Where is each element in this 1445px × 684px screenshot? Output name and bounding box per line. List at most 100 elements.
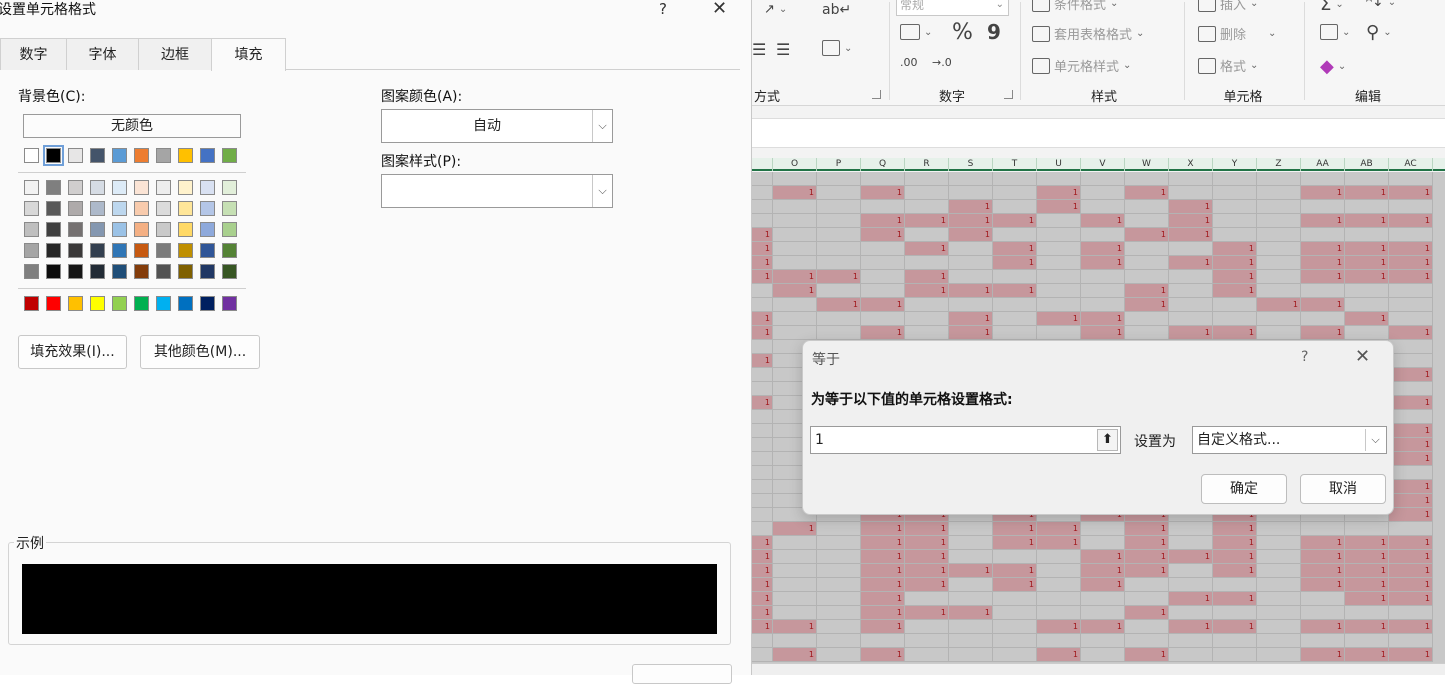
color-swatch[interactable] xyxy=(156,201,171,216)
sheet-cell[interactable]: 1 xyxy=(861,326,905,340)
sheet-cell[interactable] xyxy=(1037,214,1081,228)
sheet-cell[interactable] xyxy=(1037,606,1081,620)
color-swatch[interactable] xyxy=(178,243,193,258)
cancel-button[interactable]: 取消 xyxy=(1300,474,1386,504)
sheet-cell[interactable]: 1 xyxy=(949,326,993,340)
sheet-cell[interactable] xyxy=(1037,564,1081,578)
sheet-cell[interactable] xyxy=(752,298,773,312)
sheet-cell[interactable] xyxy=(1125,620,1169,634)
sheet-cell[interactable] xyxy=(817,242,861,256)
sheet-cell[interactable]: 1 xyxy=(993,536,1037,550)
sheet-cell[interactable]: 1 xyxy=(752,620,773,634)
sheet-cell[interactable]: 1 xyxy=(1345,270,1389,284)
sheet-cell[interactable]: 1 xyxy=(861,564,905,578)
insert-cells-button[interactable]: 插入 ⌄ xyxy=(1198,0,1258,13)
sheet-cell[interactable] xyxy=(1213,578,1257,592)
orientation-icon[interactable]: ↗ ⌄ xyxy=(764,2,787,17)
sheet-cell[interactable]: 1 xyxy=(1345,256,1389,270)
sheet-cell[interactable]: 1 xyxy=(1345,620,1389,634)
sheet-cell[interactable] xyxy=(949,620,993,634)
sheet-cell[interactable] xyxy=(1037,228,1081,242)
sheet-cell[interactable] xyxy=(1037,284,1081,298)
color-swatch[interactable] xyxy=(200,264,215,279)
color-swatch[interactable] xyxy=(134,296,149,311)
sheet-cell[interactable] xyxy=(1213,634,1257,648)
color-swatch[interactable] xyxy=(134,201,149,216)
sheet-cell[interactable] xyxy=(1257,606,1301,620)
sheet-cell[interactable] xyxy=(1169,186,1213,200)
color-swatch[interactable] xyxy=(200,201,215,216)
sheet-cell[interactable]: 1 xyxy=(752,270,773,284)
column-header[interactable]: U xyxy=(1037,158,1081,171)
column-header[interactable]: AA xyxy=(1301,158,1345,171)
color-swatch[interactable] xyxy=(134,264,149,279)
color-swatch[interactable] xyxy=(134,222,149,237)
sheet-cell[interactable] xyxy=(1389,634,1433,648)
sheet-cell[interactable] xyxy=(1081,172,1125,186)
sheet-cell[interactable] xyxy=(1257,578,1301,592)
sheet-cell[interactable]: 1 xyxy=(1125,186,1169,200)
color-swatch[interactable] xyxy=(200,180,215,195)
conditional-formatting-button[interactable]: 条件格式 ⌄ xyxy=(1032,0,1118,13)
sheet-cell[interactable] xyxy=(752,214,773,228)
column-header[interactable]: X xyxy=(1169,158,1213,171)
color-swatch[interactable] xyxy=(112,264,127,279)
sheet-cell[interactable]: 1 xyxy=(752,536,773,550)
sheet-cell[interactable]: 1 xyxy=(1169,214,1213,228)
sheet-cell[interactable] xyxy=(1081,228,1125,242)
sheet-cell[interactable] xyxy=(1037,256,1081,270)
sheet-cell[interactable]: 1 xyxy=(752,592,773,606)
sheet-cell[interactable] xyxy=(993,312,1037,326)
sheet-cell[interactable] xyxy=(1345,228,1389,242)
sheet-cell[interactable]: 1 xyxy=(1081,620,1125,634)
color-swatch[interactable] xyxy=(156,222,171,237)
sheet-cell[interactable]: 1 xyxy=(1213,564,1257,578)
color-swatch[interactable] xyxy=(134,180,149,195)
sheet-cell[interactable] xyxy=(1389,606,1433,620)
sheet-cell[interactable] xyxy=(861,172,905,186)
sheet-cell[interactable]: 1 xyxy=(861,606,905,620)
color-swatch[interactable] xyxy=(200,296,215,311)
sheet-cell[interactable] xyxy=(1169,578,1213,592)
sheet-cell[interactable] xyxy=(1081,536,1125,550)
sheet-cell[interactable] xyxy=(1169,298,1213,312)
decrease-decimal-icon[interactable]: →.0 xyxy=(932,56,952,69)
sheet-cell[interactable] xyxy=(1125,214,1169,228)
sheet-cell[interactable]: 1 xyxy=(905,606,949,620)
merge-center-icon[interactable]: ⌄ xyxy=(822,40,852,56)
color-swatch[interactable] xyxy=(46,243,61,258)
color-swatch[interactable] xyxy=(68,201,83,216)
sheet-cell[interactable]: 1 xyxy=(1389,214,1433,228)
sheet-cell[interactable]: 1 xyxy=(1169,200,1213,214)
sheet-cell[interactable]: 1 xyxy=(861,228,905,242)
sheet-cell[interactable] xyxy=(1389,284,1433,298)
sheet-cell[interactable] xyxy=(817,186,861,200)
sheet-cell[interactable]: 1 xyxy=(1345,564,1389,578)
sheet-cell[interactable] xyxy=(773,298,817,312)
color-swatch[interactable] xyxy=(43,145,64,166)
sheet-cell[interactable] xyxy=(773,228,817,242)
sheet-cell[interactable] xyxy=(949,578,993,592)
sheet-cell[interactable]: 1 xyxy=(1389,368,1433,382)
sheet-cell[interactable] xyxy=(817,578,861,592)
format-style-select[interactable]: 自定义格式... ⌵ xyxy=(1192,426,1387,454)
sheet-cell[interactable]: 1 xyxy=(1301,270,1345,284)
sheet-cell[interactable]: 1 xyxy=(993,214,1037,228)
sheet-cell[interactable]: 1 xyxy=(817,270,861,284)
sheet-cell[interactable]: 1 xyxy=(905,522,949,536)
clear-eraser-icon[interactable]: ◆ ⌄ xyxy=(1320,56,1346,77)
sheet-cell[interactable]: 1 xyxy=(905,214,949,228)
sheet-cell[interactable]: 1 xyxy=(861,592,905,606)
tab-border[interactable]: 边框 xyxy=(138,38,212,70)
color-swatch[interactable] xyxy=(112,180,127,195)
sheet-cell[interactable] xyxy=(817,634,861,648)
sheet-cell[interactable]: 1 xyxy=(1301,564,1345,578)
sheet-cell[interactable] xyxy=(1213,228,1257,242)
sheet-cell[interactable] xyxy=(905,200,949,214)
sheet-cell[interactable]: 1 xyxy=(752,312,773,326)
sheet-cell[interactable]: 1 xyxy=(1037,200,1081,214)
sheet-cell[interactable] xyxy=(1345,606,1389,620)
sheet-cell[interactable] xyxy=(773,256,817,270)
sheet-cell[interactable] xyxy=(773,214,817,228)
sheet-cell[interactable] xyxy=(1169,522,1213,536)
